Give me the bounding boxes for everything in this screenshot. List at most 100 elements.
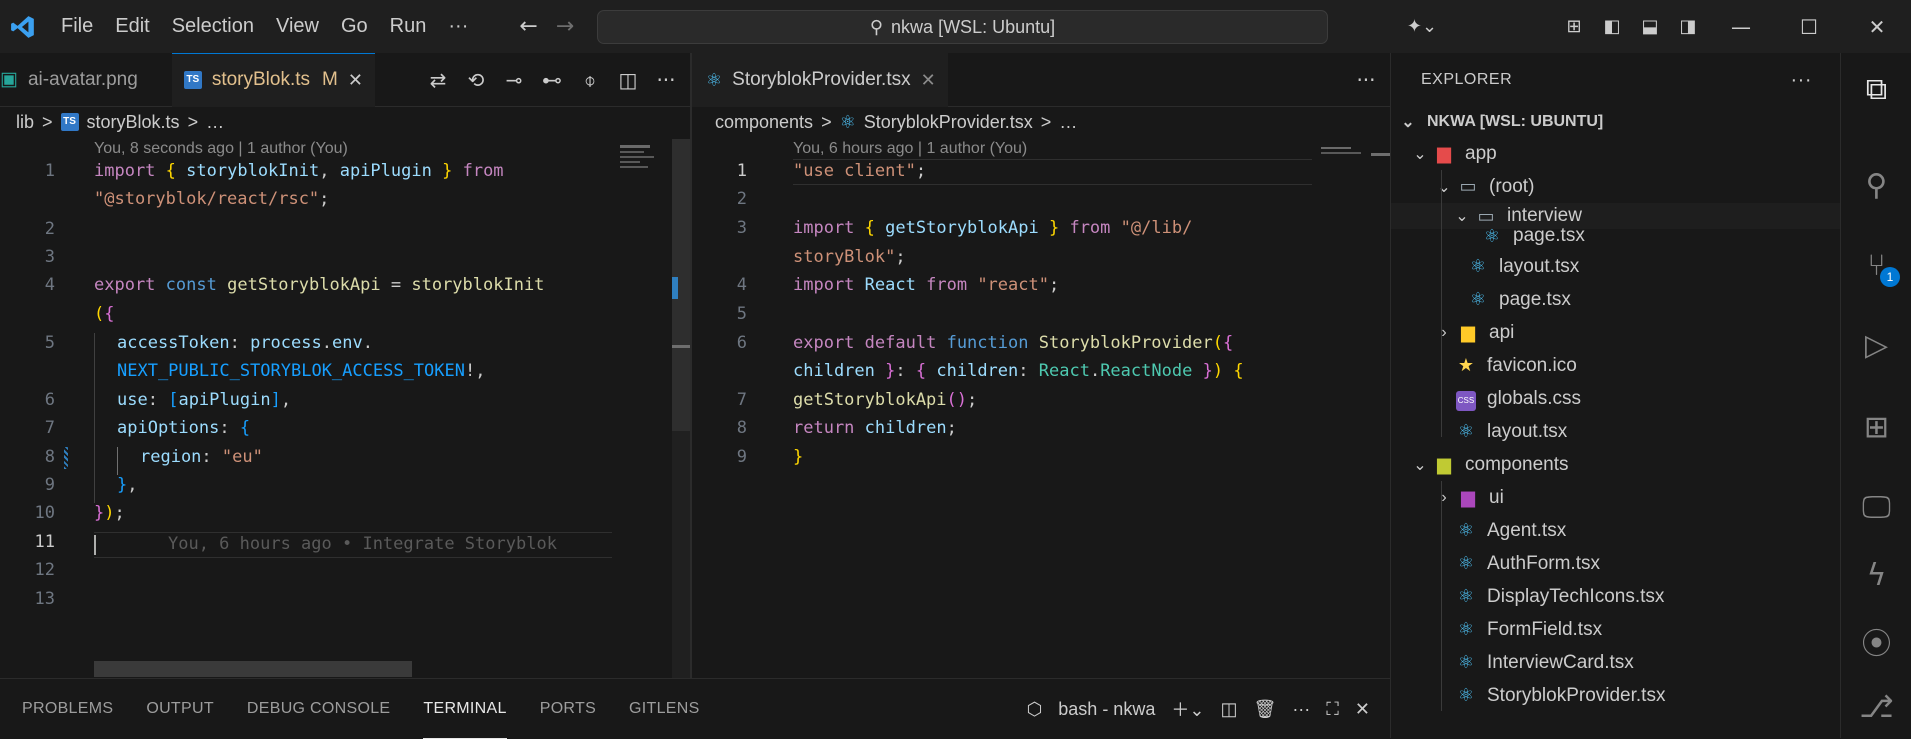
tab-storyblok-ts[interactable]: TS storyBlok.ts M ✕ (171, 52, 375, 107)
forward-arrow-icon[interactable]: → (556, 14, 574, 39)
new-terminal-icon[interactable]: ＋⌄ (1171, 696, 1204, 722)
split-editor-icon[interactable]: ◫ (614, 68, 642, 92)
git-graph-icon[interactable]: ⌽ (576, 68, 604, 92)
close-tab-icon[interactable]: ✕ (921, 70, 936, 91)
close-panel-icon[interactable]: ✕ (1355, 699, 1370, 720)
menu-edit[interactable]: Edit (104, 0, 160, 53)
tab-ports[interactable]: PORTS (540, 679, 596, 739)
git-graph-icon[interactable]: ⦿ (1841, 611, 1911, 671)
react-file-icon: ⚛ (1457, 421, 1475, 441)
tab-storyblokprovider[interactable]: ⚛ StoryblokProvider.tsx ✕ (692, 52, 948, 107)
explorer-files-icon[interactable]: ⧉ (1841, 59, 1911, 119)
activity-bar: ⧉ ⚲ ⑂ 1 ▷ ⊞ 🖵 ϟ ⦿ ⎇ (1840, 53, 1911, 738)
menu-run[interactable]: Run (379, 0, 438, 53)
toggle-panel-icon[interactable]: ⬓ (1637, 14, 1663, 40)
indent-guide (117, 447, 118, 475)
tree-item-label: layout.tsx (1487, 420, 1568, 442)
code-area[interactable]: You, 6 hours ago | 1 author (You) 1 2 3 … (692, 137, 1312, 677)
workspace-root[interactable]: ⌄ NKWA [WSL: UBUNTU] (1391, 107, 1840, 137)
code-line: apiOptions: { (117, 418, 251, 438)
extensions-icon[interactable]: ⊞ (1841, 397, 1911, 457)
menu-more[interactable]: ··· (437, 0, 479, 53)
tree-item-layout[interactable]: ⚛ layout.tsx (1465, 250, 1579, 283)
tab-terminal[interactable]: TERMINAL (423, 679, 507, 739)
next-change-icon[interactable]: ⊷ (538, 68, 566, 92)
code-area[interactable]: You, 8 seconds ago | 1 author (You) 1 2 … (0, 137, 612, 677)
maximize-icon[interactable]: ☐ (1775, 15, 1843, 39)
minimap[interactable] (612, 139, 672, 679)
tree-item-agent[interactable]: ⚛ Agent.tsx (1453, 514, 1566, 547)
close-window-icon[interactable]: ✕ (1843, 15, 1911, 39)
css-file-icon: CSS (1453, 387, 1479, 411)
remote-explorer-icon[interactable]: 🖵 (1841, 477, 1911, 537)
tree-item-api[interactable]: › ▆ api (1433, 316, 1514, 349)
tree-item-authform[interactable]: ⚛ AuthForm.tsx (1453, 547, 1600, 580)
terminal-name[interactable]: bash - nkwa (1058, 699, 1155, 720)
back-arrow-icon[interactable]: ← (519, 14, 537, 39)
tab-output[interactable]: OUTPUT (146, 679, 214, 739)
compare-changes-icon[interactable]: ⇄ (424, 68, 452, 92)
tab-ai-avatar[interactable]: ▣ ai-avatar.png (0, 53, 150, 107)
tree-item-app[interactable]: ⌄ ▆ app (1409, 137, 1496, 170)
minimize-icon[interactable]: — (1707, 15, 1775, 39)
copilot-icon[interactable]: ✦⌄ (1407, 14, 1437, 40)
horizontal-scrollbar[interactable] (94, 661, 412, 677)
run-debug-icon[interactable]: ▷ (1841, 315, 1911, 375)
tree-item-components[interactable]: ⌄ ▆ components (1409, 448, 1568, 481)
tree-item-formfield[interactable]: ⚛ FormField.tsx (1453, 613, 1602, 646)
tree-item-page[interactable]: ⚛ page.tsx (1479, 223, 1585, 249)
commit-icon[interactable]: ⊸ (500, 68, 528, 92)
tree-item-favicon[interactable]: ★ favicon.ico (1453, 349, 1577, 382)
previous-change-icon[interactable]: ⟲ (462, 68, 490, 92)
more-actions-icon[interactable]: ··· (1352, 68, 1380, 92)
customize-layout-icon[interactable]: ⊞ (1561, 14, 1587, 40)
tab-problems[interactable]: PROBLEMS (22, 679, 113, 739)
more-actions-icon[interactable]: ··· (652, 68, 680, 92)
gitlens-icon[interactable]: ⎇ (1841, 677, 1911, 737)
breadcrumb-folder[interactable]: lib (16, 112, 34, 133)
breadcrumb-folder[interactable]: components (715, 112, 813, 133)
more-actions-icon[interactable]: ··· (1292, 699, 1310, 720)
tree-item-layout[interactable]: ⚛ layout.tsx (1453, 415, 1567, 448)
maximize-panel-icon[interactable]: ⛶ (1326, 699, 1339, 720)
sticky-scroll-row[interactable]: ⌄ ▭ interview (1391, 203, 1841, 229)
split-terminal-icon[interactable]: ◫ (1220, 699, 1237, 720)
menu-file[interactable]: File (50, 0, 104, 53)
tree-item-globals-css[interactable]: CSS globals.css (1453, 382, 1581, 415)
tree-item-ui[interactable]: › ▆ ui (1433, 481, 1503, 514)
lightning-icon[interactable]: ϟ (1841, 545, 1911, 605)
menu-selection[interactable]: Selection (161, 0, 265, 53)
tree-indent-guide (1441, 481, 1442, 711)
tree-item-storyblokprovider[interactable]: ⚛ StoryblokProvider.tsx (1453, 679, 1666, 712)
tree-item-root-group[interactable]: ⌄ ▭ (root) (1433, 170, 1534, 203)
source-control-icon[interactable]: ⑂ 1 (1841, 235, 1911, 295)
line-number: 1 (736, 161, 747, 181)
react-file-icon: ⚛ (1457, 685, 1475, 705)
chevron-down-icon: ⌄ (1455, 208, 1469, 225)
toggle-secondary-sidebar-icon[interactable]: ◨ (1675, 14, 1701, 40)
close-tab-icon[interactable]: ✕ (348, 70, 363, 91)
code-line: } (793, 447, 804, 467)
kill-terminal-icon[interactable]: 🗑 (1253, 699, 1276, 720)
chevron-down-icon: ⌄ (1413, 145, 1427, 163)
breadcrumb-symbol[interactable]: … (1059, 112, 1077, 133)
line-number: 5 (44, 333, 55, 353)
line-number: 7 (44, 418, 55, 438)
menu-go[interactable]: Go (330, 0, 379, 53)
breadcrumb-file[interactable]: StoryblokProvider.tsx (864, 112, 1033, 133)
search-icon[interactable]: ⚲ (1841, 155, 1911, 215)
minimap[interactable] (1319, 141, 1369, 161)
tree-item-displaytechicons[interactable]: ⚛ DisplayTechIcons.tsx (1453, 580, 1664, 613)
breadcrumb-symbol[interactable]: … (206, 112, 224, 133)
tab-debug-console[interactable]: DEBUG CONSOLE (247, 679, 391, 739)
explorer-more-icon[interactable]: ··· (1791, 69, 1812, 92)
menu-view[interactable]: View (265, 0, 330, 53)
workspace-root-label: NKWA [WSL: UBUNTU] (1427, 113, 1604, 130)
toggle-primary-sidebar-icon[interactable]: ◧ (1599, 14, 1625, 40)
tree-item-page[interactable]: ⚛ page.tsx (1465, 283, 1571, 316)
tab-gitlens[interactable]: GITLENS (629, 679, 700, 739)
command-center-search[interactable]: ⚲ nkwa [WSL: Ubuntu] (597, 10, 1328, 44)
tree-item-interviewcard[interactable]: ⚛ InterviewCard.tsx (1453, 646, 1634, 679)
vertical-scrollbar[interactable] (672, 139, 690, 679)
breadcrumb-file[interactable]: storyBlok.ts (87, 112, 180, 133)
